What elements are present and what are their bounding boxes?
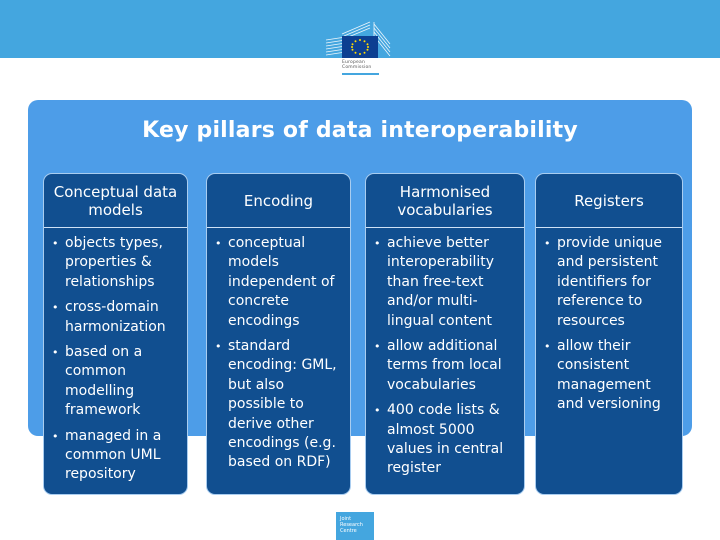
pillar-heading: Conceptual data models (44, 174, 187, 228)
bullet-item: objects types, properties & relationship… (52, 234, 181, 292)
bullet-item: 400 code lists & almost 5000 values in c… (374, 401, 520, 479)
bullet-item: cross-domain harmonization (52, 298, 181, 337)
bullet-item: conceptual models independent of concret… (215, 234, 344, 331)
bullet-item: managed in a common UML repository (52, 427, 181, 485)
logo-underline (342, 73, 379, 75)
bullet-item: provide unique and persistent identifier… (544, 234, 676, 331)
eu-flag-icon (342, 36, 378, 58)
logo-text: European Commission (342, 60, 371, 70)
pillar-card-conceptual-data-models: Conceptual data models objects types, pr… (43, 173, 188, 495)
bullet-item: achieve better interoperability than fre… (374, 234, 520, 331)
bullet-item: allow additional terms from local vocabu… (374, 337, 520, 395)
bullet-item: based on a common modelling framework (52, 343, 181, 421)
european-commission-logo: European Commission (322, 18, 394, 78)
bullet-item: standard encoding: GML, but also possibl… (215, 337, 344, 473)
slide-title: Key pillars of data interoperability (142, 118, 578, 143)
pillar-bullet-list: conceptual models independent of concret… (215, 234, 344, 473)
logo-text-line2: Commission (342, 65, 372, 70)
pillar-card-harmonised-vocabularies: Harmonised vocabularies achieve better i… (365, 173, 525, 495)
pillar-card-encoding: Encoding conceptual models independent o… (206, 173, 351, 495)
pillar-bullet-list: provide unique and persistent identifier… (544, 234, 676, 415)
pillar-bullet-list: objects types, properties & relationship… (52, 234, 181, 485)
pillar-card-registers: Registers provide unique and persistent … (535, 173, 683, 495)
pillar-heading: Registers (536, 174, 682, 228)
jrc-logo: Joint Research Centre (336, 512, 374, 540)
bullet-item: allow their consistent management and ve… (544, 337, 676, 415)
jrc-logo-line3: Centre (340, 528, 357, 534)
pillar-heading: Encoding (207, 174, 350, 228)
pillar-bullet-list: achieve better interoperability than fre… (374, 234, 520, 479)
pillar-heading: Harmonised vocabularies (366, 174, 524, 228)
